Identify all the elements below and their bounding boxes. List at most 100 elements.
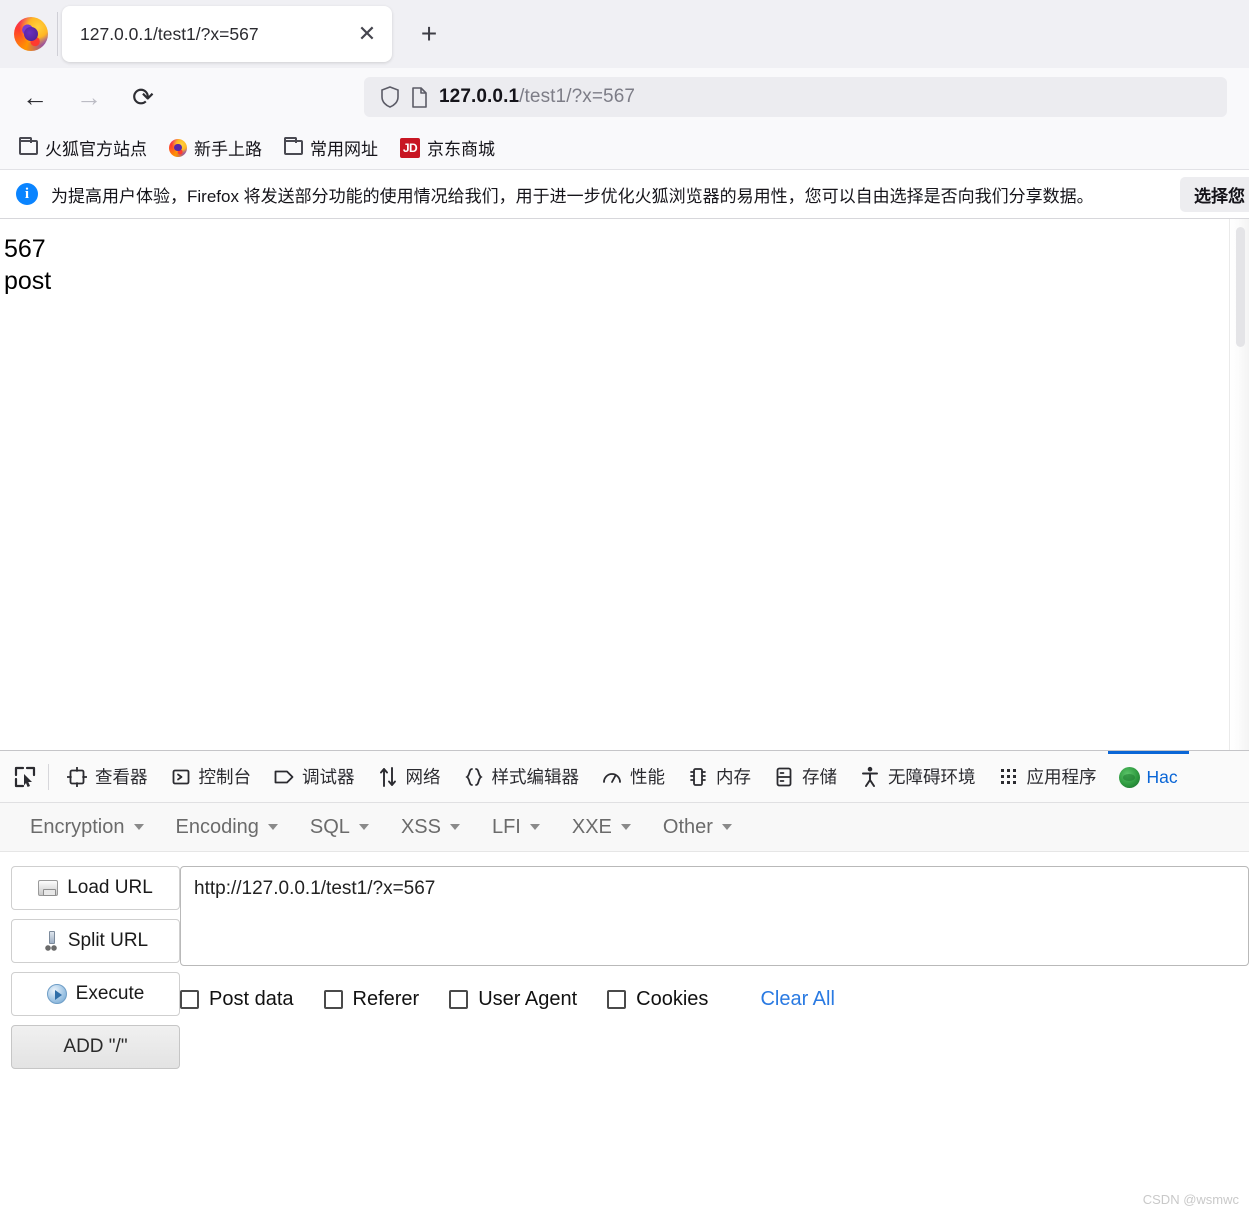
tab-title: 127.0.0.1/test1/?x=567 [80, 23, 259, 44]
style-editor-icon [463, 766, 485, 788]
split-url-button[interactable]: Split URL [11, 919, 180, 963]
jd-icon: JD [400, 137, 420, 158]
chevron-down-icon [449, 824, 460, 830]
url-bar[interactable]: 127.0.0.1/test1/?x=567 [364, 77, 1227, 117]
browser-tab[interactable]: 127.0.0.1/test1/?x=567 ✕ [62, 6, 392, 62]
hackbar-input-column: http://127.0.0.1/test1/?x=567 Post data … [180, 866, 1249, 1069]
console-icon [170, 766, 192, 788]
option-label: User Agent [478, 988, 578, 1010]
menu-label: Encoding [175, 815, 259, 838]
bookmark-item-jd[interactable]: JD 京东商城 [391, 131, 504, 164]
tab-strip: 127.0.0.1/test1/?x=567 ✕ + [0, 0, 1249, 68]
tab-accessibility[interactable]: 无障碍环境 [848, 751, 987, 802]
option-user-agent[interactable]: User Agent [449, 988, 577, 1011]
option-referer[interactable]: Referer [323, 988, 420, 1011]
menu-sql[interactable]: SQL [294, 810, 385, 845]
devtools-tab-bar: 查看器 控制台 调试器 网络 样式编辑器 性能 内存 存储 无障碍环境 应用程序… [0, 751, 1249, 803]
load-url-button[interactable]: Load URL [11, 866, 180, 910]
page-scrollbar[interactable] [1229, 219, 1249, 750]
tab-hackbar[interactable]: Hac [1107, 751, 1189, 802]
devtools-divider [48, 763, 49, 790]
button-label: Execute [75, 983, 145, 1004]
menu-encryption[interactable]: Encryption [14, 810, 160, 845]
notification-choose-button[interactable]: 选择您 [1180, 177, 1249, 212]
navigation-toolbar: ← → ⟳ 127.0.0.1/test1/?x=567 [0, 68, 1249, 126]
option-cookies[interactable]: Cookies [607, 988, 708, 1011]
bookmark-label: 火狐官方站点 [45, 140, 147, 159]
bookmark-label: 京东商城 [427, 140, 495, 159]
chevron-down-icon [529, 824, 540, 830]
menu-other[interactable]: Other [647, 810, 748, 845]
plus-icon[interactable]: + [409, 14, 449, 54]
menu-label: Other [662, 815, 713, 838]
element-picker-icon[interactable] [4, 757, 46, 797]
menu-label: XXE [571, 815, 612, 838]
referer-checkbox[interactable] [323, 990, 343, 1009]
chevron-down-icon [133, 824, 144, 830]
tab-label: 网络 [405, 767, 441, 787]
option-post-data[interactable]: Post data [180, 988, 294, 1011]
bookmark-item-getting-started[interactable]: 新手上路 [160, 131, 271, 164]
chrome-divider [57, 12, 58, 56]
bookmarks-bar: 火狐官方站点 新手上路 常用网址 JD 京东商城 [0, 126, 1249, 170]
menu-xss[interactable]: XSS [385, 810, 476, 845]
tab-console[interactable]: 控制台 [159, 751, 263, 802]
hackbar-icon [1118, 767, 1140, 788]
menu-lfi[interactable]: LFI [476, 810, 556, 845]
bookmark-item-firefox-official[interactable]: 火狐官方站点 [10, 131, 156, 164]
debugger-icon [273, 766, 295, 788]
tab-label: 调试器 [302, 767, 355, 787]
post-data-checkbox[interactable] [180, 990, 199, 1009]
hackbar-menu-bar: Encryption Encoding SQL XSS LFI XXE Othe… [0, 803, 1249, 852]
arrow-right-icon[interactable]: → [66, 77, 112, 117]
tab-performance[interactable]: 性能 [590, 751, 676, 802]
network-icon [377, 766, 399, 788]
menu-label: SQL [309, 815, 350, 838]
user-agent-checkbox[interactable] [449, 990, 469, 1009]
tab-style-editor[interactable]: 样式编辑器 [452, 751, 591, 802]
notification-bar: i 为提高用户体验，Firefox 将发送部分功能的使用情况给我们，用于进一步优… [0, 170, 1249, 219]
browser-window: 127.0.0.1/test1/?x=567 ✕ + ← → ⟳ 127.0.0… [0, 0, 1249, 1213]
hackbar-options-row: Post data Referer User Agent Cookies Cle… [180, 966, 1249, 1011]
reload-icon[interactable]: ⟳ [120, 77, 166, 117]
execute-button[interactable]: Execute [11, 972, 180, 1016]
split-url-icon [43, 931, 59, 951]
firefox-icon [169, 138, 187, 157]
option-label: Referer [352, 988, 420, 1010]
cookies-checkbox[interactable] [607, 990, 627, 1009]
chevron-down-icon [267, 824, 278, 830]
tab-label: 性能 [630, 767, 665, 787]
bookmark-item-common-sites[interactable]: 常用网址 [275, 131, 387, 164]
url-textarea[interactable]: http://127.0.0.1/test1/?x=567 [180, 866, 1249, 966]
tab-memory[interactable]: 内存 [676, 751, 762, 802]
load-url-icon [38, 880, 59, 896]
tab-inspector[interactable]: 查看器 [55, 751, 159, 802]
tab-label: 存储 [802, 767, 837, 787]
menu-encoding[interactable]: Encoding [160, 810, 294, 845]
tab-network[interactable]: 网络 [366, 751, 452, 802]
url-text: 127.0.0.1/test1/?x=567 [439, 86, 635, 108]
tab-label: 样式编辑器 [491, 767, 580, 787]
add-slash-button[interactable]: ADD "/" [11, 1025, 180, 1069]
chevron-down-icon [620, 824, 631, 830]
menu-label: LFI [491, 815, 521, 838]
tab-storage[interactable]: 存储 [762, 751, 848, 802]
tab-debugger[interactable]: 调试器 [262, 751, 366, 802]
url-path: /test1/?x=567 [519, 86, 636, 107]
page-body: 567 post [0, 219, 1249, 297]
storage-icon [773, 766, 795, 788]
devtools-panel: 查看器 控制台 调试器 网络 样式编辑器 性能 内存 存储 无障碍环境 应用程序… [0, 750, 1249, 1213]
page-text-line: 567 [4, 235, 46, 263]
button-label: ADD "/" [63, 1036, 128, 1057]
hackbar-panel: Encryption Encoding SQL XSS LFI XXE Othe… [0, 803, 1249, 1213]
inspector-icon [66, 766, 88, 788]
menu-xxe[interactable]: XXE [556, 810, 647, 845]
execute-icon [46, 984, 67, 1004]
page-text-line: post [4, 267, 52, 295]
close-icon[interactable]: ✕ [350, 17, 384, 51]
option-label: Cookies [636, 988, 709, 1010]
arrow-left-icon[interactable]: ← [12, 77, 58, 117]
clear-all-link[interactable]: Clear All [760, 988, 834, 1011]
tab-application[interactable]: 应用程序 [987, 751, 1108, 802]
button-label: Load URL [67, 877, 153, 898]
